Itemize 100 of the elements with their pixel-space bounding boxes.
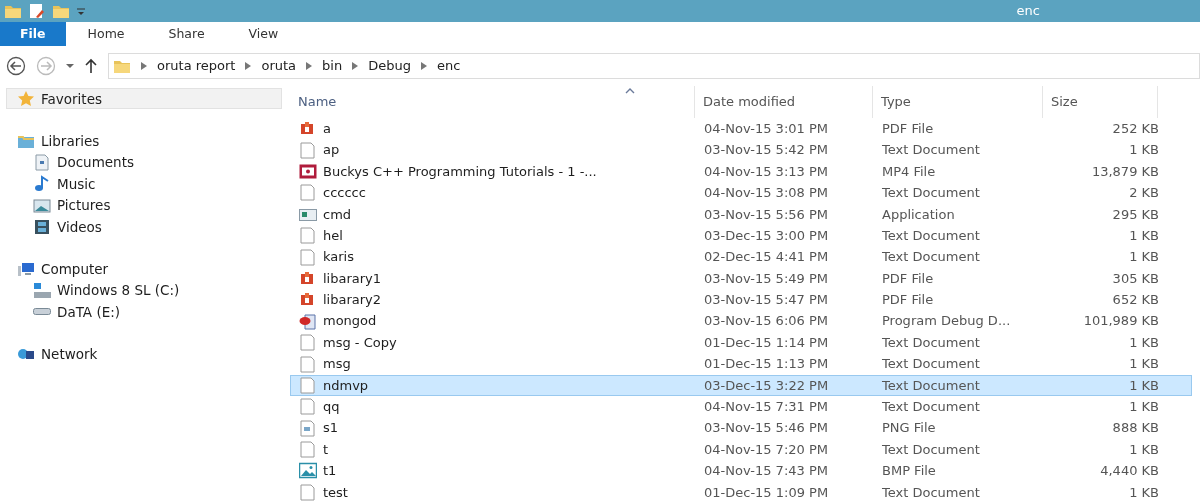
music-note-icon: [33, 175, 51, 193]
file-row[interactable]: mongod 03-Nov-15 6:06 PM Program Debug D... 101,989 KB: [290, 310, 1192, 332]
date-cell-text: 03-Nov-15 6:06 PM: [703, 312, 829, 331]
type-cell-text: Text Document: [881, 398, 981, 417]
sidebar-item[interactable]: Documents: [6, 151, 282, 174]
image-file-icon: [299, 419, 317, 437]
sidebar-item[interactable]: Favorites: [6, 88, 282, 110]
date-cell-text: 04-Nov-15 7:31 PM: [703, 398, 829, 417]
sidebar-item[interactable]: Network: [6, 343, 282, 365]
size-cell-text: 1 KB: [1128, 483, 1159, 502]
column-header[interactable]: Type: [873, 86, 1043, 118]
size-cell-text: 1 KB: [1128, 141, 1159, 160]
type-cell-text: MP4 File: [881, 162, 937, 181]
file-row[interactable]: hel 03-Dec-15 3:00 PM Text Document 1 KB: [290, 224, 1192, 247]
folder-icon: [4, 3, 22, 19]
column-header[interactable]: Name: [290, 86, 695, 118]
size-cell-text: 101,989 KB: [1082, 312, 1159, 331]
file-row[interactable]: ap 03-Nov-15 5:42 PM Text Document 1 KB: [290, 139, 1192, 161]
sidebar-item[interactable]: Pictures: [6, 194, 282, 216]
file-row[interactable]: karis 02-Dec-15 4:41 PM Text Document 1 KB: [290, 246, 1192, 268]
type-cell-text: Text Document: [881, 355, 981, 374]
drive-icon: [33, 281, 51, 299]
file-row[interactable]: msg 01-Dec-15 1:13 PM Text Document 1 KB: [290, 353, 1192, 375]
file-row[interactable]: msg - Copy 01-Dec-15 1:14 PM Text Document 1 KB: [290, 331, 1192, 354]
size-cell-text: 1 KB: [1128, 355, 1159, 374]
dropdown-icon: [66, 63, 74, 69]
size-cell-text: 1 KB: [1128, 440, 1159, 459]
breadcrumb-item[interactable]: oruta: [261, 56, 297, 76]
date-cell-text: 03-Nov-15 5:56 PM: [703, 205, 829, 224]
file-row[interactable]: test 01-Dec-15 1:09 PM Text Document 1 KB: [290, 481, 1192, 503]
document-icon: [33, 153, 51, 171]
star-icon: [17, 90, 35, 108]
chevron-icon: [245, 61, 252, 71]
computer-icon: [17, 260, 35, 278]
chevron-icon: [141, 61, 147, 71]
size-cell-text: 295 KB: [1111, 205, 1159, 224]
document-icon: [299, 376, 317, 394]
breadcrumb-item[interactable]: oruta report: [157, 56, 236, 76]
type-cell-text: Program Debug D...: [881, 312, 1012, 331]
picture-icon: [33, 196, 51, 214]
column-header[interactable]: Size: [1043, 86, 1158, 118]
type-cell-text: Text Document: [881, 248, 981, 267]
forward-icon: [36, 56, 56, 76]
sidebar-item[interactable]: Computer: [6, 258, 282, 280]
file-row[interactable]: ndmvp 03-Dec-15 3:22 PM Text Document 1 KB: [290, 374, 1192, 397]
folder-icon: [113, 58, 131, 74]
size-cell-text: 1 KB: [1128, 226, 1159, 245]
film-icon: [33, 218, 51, 236]
breadcrumb-item[interactable]: bin: [322, 56, 343, 76]
file-row[interactable]: cmd 03-Nov-15 5:56 PM Application 295 KB: [290, 203, 1192, 225]
date-cell-text: 03-Nov-15 5:47 PM: [703, 291, 829, 310]
debug-file-icon: [299, 312, 317, 330]
ribbon-tab[interactable]: Share: [146, 22, 227, 46]
file-row[interactable]: t 04-Nov-15 7:20 PM Text Document 1 KB: [290, 438, 1192, 461]
breadcrumb-item[interactable]: Debug: [368, 56, 411, 76]
chevron-icon: [420, 61, 427, 71]
file-row[interactable]: a 04-Nov-15 3:01 PM PDF File 252 KB: [290, 118, 1192, 140]
size-cell-text: 652 KB: [1111, 291, 1159, 310]
type-cell-text: PNG File: [881, 419, 937, 438]
type-cell-text: PDF File: [881, 269, 935, 288]
column-header[interactable]: Date modified: [695, 86, 873, 118]
sidebar-item[interactable]: DaTA (E:): [6, 301, 282, 323]
date-cell-text: 04-Nov-15 3:08 PM: [703, 184, 829, 203]
type-cell-text: Text Document: [881, 333, 981, 352]
type-cell-text: Text Document: [881, 141, 981, 160]
breadcrumb-item[interactable]: enc: [436, 56, 461, 76]
sidebar-item[interactable]: Videos: [6, 215, 282, 238]
date-cell-text: 03-Dec-15 3:22 PM: [703, 376, 830, 395]
file-name: mongod: [323, 312, 377, 331]
date-cell-text: 03-Dec-15 3:00 PM: [703, 226, 830, 245]
file-row[interactable]: s1 03-Nov-15 5:46 PM PNG File 888 KB: [290, 417, 1192, 439]
file-name: a: [323, 119, 331, 138]
file-row[interactable]: Buckys C++ Programming Tutorials - 1 -... 04-Nov-15 3:13 PM MP4 File 13,879 KB: [290, 160, 1192, 183]
ribbon-tab[interactable]: Home: [65, 22, 147, 46]
type-cell-text: Text Document: [881, 440, 981, 459]
date-cell-text: 04-Nov-15 3:01 PM: [703, 119, 829, 138]
size-cell-text: 4,440 KB: [1099, 462, 1159, 481]
sidebar-item[interactable]: Music: [6, 173, 282, 195]
type-cell-text: Text Document: [881, 483, 981, 502]
size-cell-text: 305 KB: [1111, 269, 1159, 288]
file-name: karis: [323, 248, 354, 267]
back-icon: [6, 56, 26, 76]
date-cell-text: 02-Dec-15 4:41 PM: [703, 248, 830, 267]
address-bar[interactable]: oruta report oruta bin Debug enc: [108, 53, 1200, 79]
chevron-icon: [306, 61, 313, 71]
ribbon-tab[interactable]: View: [226, 22, 301, 46]
type-cell-text: PDF File: [881, 119, 935, 138]
date-cell-text: 01-Dec-15 1:09 PM: [703, 483, 830, 502]
file-row[interactable]: libarary2 03-Nov-15 5:47 PM PDF File 652 KB: [290, 289, 1192, 311]
file-row[interactable]: t1 04-Nov-15 7:43 PM BMP File 4,440 KB: [290, 460, 1192, 482]
ribbon-tab[interactable]: File: [0, 22, 66, 46]
size-cell-text: 888 KB: [1111, 419, 1159, 438]
file-row[interactable]: libarary1 03-Nov-15 5:49 PM PDF File 305 KB: [290, 267, 1192, 290]
file-row[interactable]: cccccc 04-Nov-15 3:08 PM Text Document 2 KB: [290, 182, 1192, 204]
sidebar-item[interactable]: Libraries: [6, 130, 282, 152]
size-cell-text: 1 KB: [1128, 248, 1159, 267]
document-icon: [299, 334, 317, 352]
sidebar-item[interactable]: Windows 8 SL (C:): [6, 279, 282, 302]
file-name: cccccc: [323, 184, 366, 203]
file-row[interactable]: qq 04-Nov-15 7:31 PM Text Document 1 KB: [290, 396, 1192, 418]
